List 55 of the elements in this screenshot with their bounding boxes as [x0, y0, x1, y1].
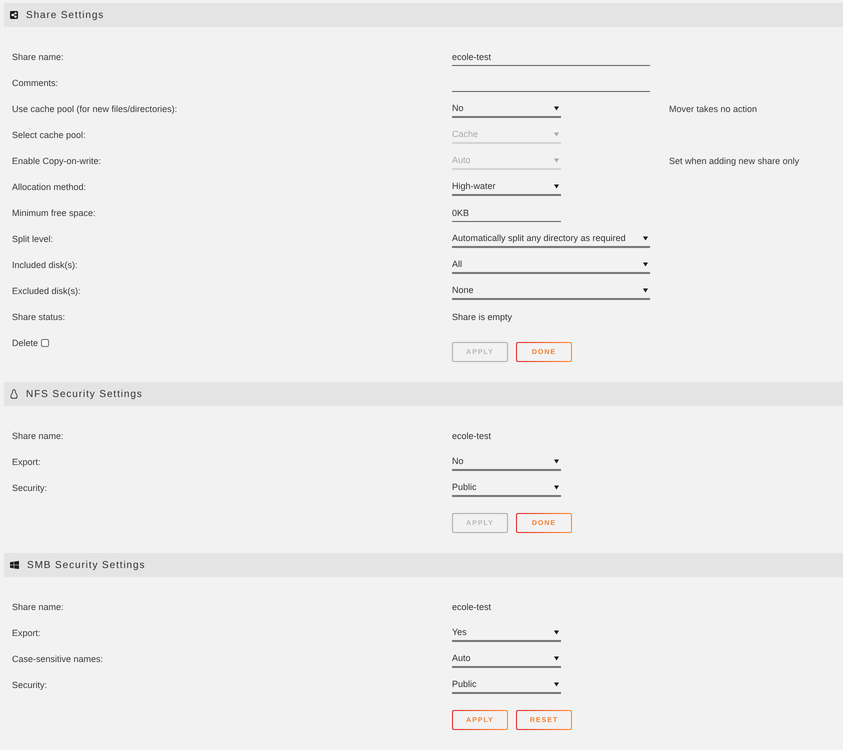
dropdown[interactable]: No	[452, 453, 561, 471]
caret-icon	[554, 158, 559, 162]
share-icon	[10, 11, 18, 19]
field-label: Comments:	[12, 78, 58, 88]
dropdown[interactable]: All	[452, 256, 650, 274]
dropdown[interactable]: Public	[452, 676, 561, 694]
value-text: Share is empty	[452, 312, 512, 322]
field-label: Split level:	[12, 234, 54, 244]
field-label: Use cache pool (for new files/directories):	[12, 104, 178, 114]
field-label: Share name:	[12, 431, 64, 441]
value-text: ecole-test	[452, 602, 492, 612]
field-label: Share status:	[12, 312, 66, 322]
caret-icon	[643, 288, 648, 292]
field-label: Case-sensitive names:	[12, 654, 104, 664]
field-label: Share name:	[12, 52, 64, 62]
caret-icon	[554, 484, 559, 490]
field-label: Enable Copy-on-write:	[12, 156, 102, 166]
dropdown[interactable]: Yes	[452, 624, 561, 642]
section-title: SMB Security Settings	[27, 560, 146, 570]
hint-text: Mover takes no action	[669, 104, 758, 114]
text-field[interactable]: ecole-test	[452, 48, 650, 66]
penguin-icon	[10, 389, 18, 399]
field-label: Export:	[12, 457, 41, 467]
caret-icon	[554, 106, 559, 110]
dropdown[interactable]: Public	[452, 479, 561, 497]
caret-icon	[554, 458, 559, 464]
caret-icon	[554, 682, 559, 686]
caret-icon	[554, 132, 559, 136]
caret-icon	[554, 656, 559, 660]
value-text: ecole-test	[452, 431, 492, 441]
caret-icon	[554, 630, 559, 634]
field-label: Select cache pool:	[12, 130, 86, 140]
delete-checkbox[interactable]	[41, 339, 50, 347]
dropdown[interactable]: None	[452, 282, 650, 300]
field-label: Included disk(s):	[12, 260, 78, 270]
field-label: Export:	[12, 628, 41, 638]
dropdown[interactable]: High-water	[452, 178, 561, 196]
caret-icon	[643, 236, 648, 240]
field-label: Minimum free space:	[12, 208, 96, 218]
field-label: Excluded disk(s):	[12, 286, 81, 296]
caret-icon	[554, 184, 559, 188]
four-squares-icon	[10, 561, 19, 569]
text-field[interactable]: 0KB	[452, 204, 561, 222]
hint-text: Set when adding new share only	[669, 156, 800, 166]
section-title: Share Settings	[26, 10, 104, 20]
section-title: NFS Security Settings	[26, 388, 143, 400]
field-label: Security:	[12, 483, 48, 493]
dropdown[interactable]: Auto	[452, 650, 561, 668]
field-label: Share name:	[12, 602, 64, 612]
delete-label: Delete	[12, 338, 38, 348]
caret-icon	[643, 262, 648, 266]
dropdown[interactable]: Automatically split any directory as required	[452, 230, 650, 248]
dropdown[interactable]: No	[452, 100, 561, 118]
field-label: Security:	[12, 680, 48, 690]
field-label: Allocation method:	[12, 182, 86, 192]
